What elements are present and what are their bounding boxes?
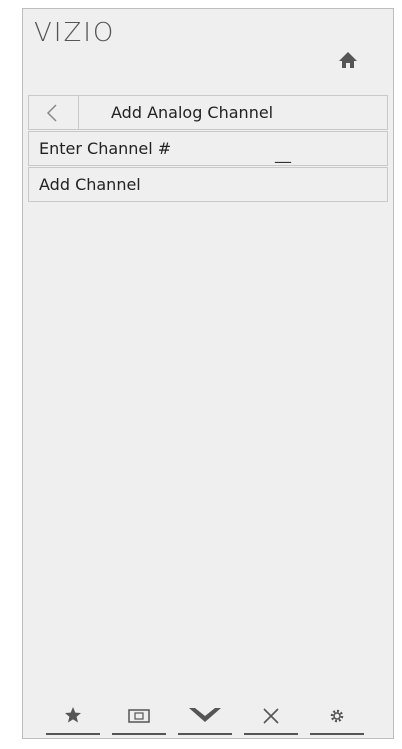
enter-channel-row[interactable]: Enter Channel # __: [28, 131, 388, 166]
menu-title: Add Analog Channel: [111, 103, 274, 122]
add-channel-label: Add Channel: [39, 175, 141, 194]
back-button[interactable]: [29, 96, 79, 129]
vizio-logo: VIZIO: [34, 18, 116, 48]
chevron-down-icon: [189, 708, 221, 722]
favorites-button[interactable]: [46, 705, 100, 735]
settings-button[interactable]: [310, 705, 364, 735]
home-icon[interactable]: [337, 50, 359, 70]
enter-channel-label: Enter Channel #: [39, 139, 172, 158]
chevron-down-button[interactable]: [178, 705, 232, 735]
close-icon: [263, 708, 279, 724]
close-button[interactable]: [244, 705, 298, 735]
bottom-nav: [46, 705, 364, 735]
channel-number-input[interactable]: __: [275, 144, 291, 163]
input-button[interactable]: [112, 705, 166, 735]
favorite-star-icon: [65, 707, 81, 723]
add-channel-row[interactable]: Add Channel: [28, 167, 388, 202]
menu-header: Add Analog Channel: [28, 95, 388, 130]
back-icon: [46, 104, 57, 122]
gear-icon: [330, 709, 344, 723]
input-icon: [128, 709, 150, 723]
